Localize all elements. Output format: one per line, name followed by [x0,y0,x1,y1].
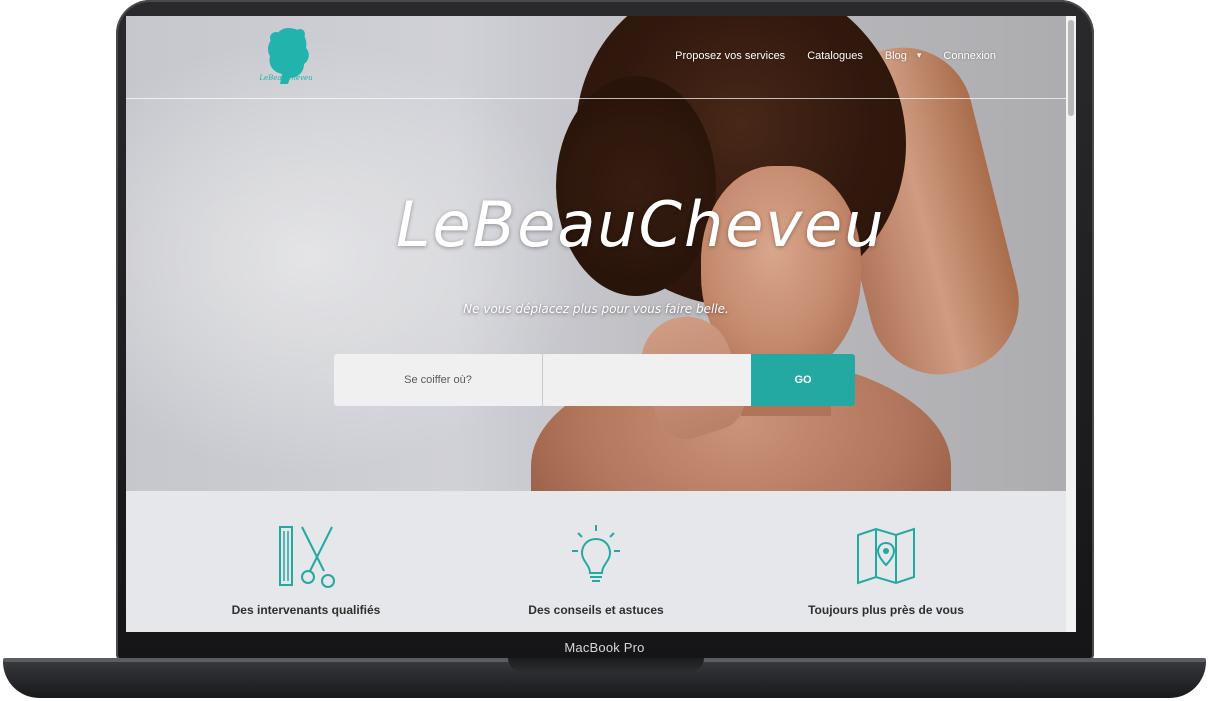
hero-tagline: Ne vous déplacez plus pour vous faire be… [463,302,729,316]
nav-links: Proposez vos services Catalogues Blog ▾ … [675,50,996,62]
location-input[interactable]: Se coiffer où? [334,354,543,406]
scroll-thumb[interactable] [1068,20,1074,116]
feature-nearby: Toujours plus près de vous [766,521,1006,617]
hero-section: LeBeauCheveu Proposez vos services Catal… [126,16,1066,491]
map-pin-icon [857,527,915,585]
scissors-comb-icon [279,526,335,588]
page-scrollbar[interactable] [1066,16,1076,632]
feature-label: Des intervenants qualifiés [231,603,381,617]
lightbulb-icon [572,525,620,582]
nav-link-blog[interactable]: Blog [885,50,907,62]
chevron-down-icon[interactable]: ▾ [917,50,922,62]
go-button[interactable]: GO [751,354,855,406]
hero-title: LeBeauCheveu [396,188,886,261]
nav-link-catalogues[interactable]: Catalogues [807,50,863,62]
feature-label: Toujours plus près de vous [808,603,964,617]
feature-advice: Des conseils et astuces [476,521,716,617]
device-label: MacBook Pro [564,640,645,655]
nav-link-connexion[interactable]: Connexion [943,50,996,62]
laptop-notch [508,658,704,672]
features-section: Des intervenants qualifiés Des conseils … [126,491,1066,632]
top-navbar: LeBeauCheveu Proposez vos services Catal… [126,16,1066,99]
feature-qualified: Des intervenants qualifiés [186,521,426,617]
nav-link-propose-services[interactable]: Proposez vos services [675,50,785,62]
logo-text: LeBeauCheveu [259,74,313,82]
browser-screen: LeBeauCheveu Proposez vos services Catal… [126,16,1076,632]
service-input[interactable] [543,354,751,406]
feature-label: Des conseils et astuces [528,603,664,617]
search-bar: Se coiffer où? GO [334,354,856,406]
